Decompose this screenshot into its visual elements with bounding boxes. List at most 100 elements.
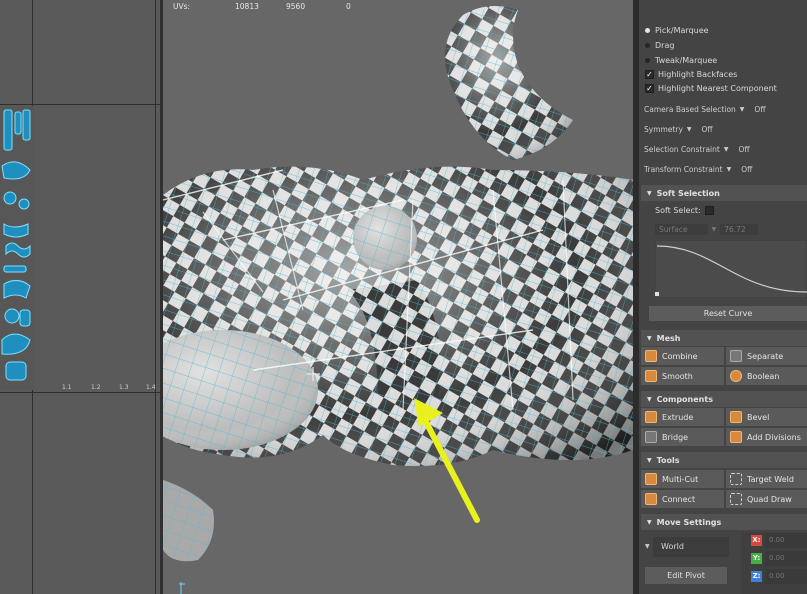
- separate-icon: [730, 350, 742, 362]
- uv-tick-label: 1.3: [119, 384, 129, 391]
- add-divisions-button[interactable]: Add Divisions: [726, 428, 807, 446]
- y-axis-field[interactable]: 0.00: [765, 551, 807, 566]
- option-label: Camera Based Selection: [644, 105, 736, 114]
- extrude-button[interactable]: Extrude: [641, 408, 724, 426]
- dropdown-arrow-icon: ▼: [723, 146, 729, 153]
- uv-editor-panel[interactable]: 1.1 1.2 1.3 1.4: [0, 0, 160, 594]
- reset-curve-button[interactable]: Reset Curve: [649, 306, 807, 321]
- 3d-viewport[interactable]: UVs: 10813 9560 0: [163, 0, 633, 594]
- move-space-dropdown[interactable]: World: [653, 537, 729, 557]
- section-title: Tools: [656, 455, 680, 465]
- radio-dot: [645, 28, 650, 33]
- checkbox-highlight-nearest[interactable]: ✓ Highlight Nearest Component: [645, 84, 777, 93]
- uv-tick-label: 1.2: [91, 384, 101, 391]
- option-value: Off: [701, 125, 713, 134]
- checkbox-highlight-backfaces[interactable]: ✓ Highlight Backfaces: [645, 70, 737, 79]
- tool-label: Multi-Cut: [662, 474, 699, 484]
- collapse-arrow-icon: ▼: [647, 395, 652, 403]
- x-axis-field[interactable]: 0.00: [765, 533, 807, 548]
- collapse-arrow-icon: ▼: [647, 189, 652, 197]
- option-value: Off: [741, 165, 753, 174]
- connect-button[interactable]: Connect: [641, 490, 724, 508]
- checkbox-label: Highlight Nearest Component: [658, 84, 777, 93]
- radio-label: Drag: [655, 41, 675, 50]
- radio-dot: [645, 58, 650, 63]
- bevel-icon: [730, 411, 742, 423]
- section-title: Move Settings: [656, 517, 722, 527]
- camera-based-selection-option[interactable]: Camera Based Selection ▼ Off: [644, 105, 766, 114]
- components-section-header[interactable]: ▼ Components: [641, 391, 807, 407]
- mesh-model[interactable]: [163, 0, 633, 594]
- section-title: Mesh: [656, 333, 681, 343]
- mesh-body: [163, 166, 633, 562]
- tool-label: Extrude: [662, 412, 694, 422]
- dropdown-arrow-icon: ▼: [739, 106, 745, 113]
- smooth-icon: [645, 370, 657, 382]
- falloff-radius-field[interactable]: 76.72: [720, 224, 758, 235]
- quad-draw-button[interactable]: Quad Draw: [726, 490, 807, 508]
- soft-select-toggle[interactable]: Soft Select:: [655, 206, 714, 215]
- section-title: Components: [656, 394, 713, 404]
- radio-pick-marquee[interactable]: Pick/Marquee: [645, 26, 709, 35]
- dropdown-arrow-icon: ▼: [686, 126, 692, 133]
- option-label: Symmetry: [644, 125, 683, 134]
- bridge-icon: [645, 431, 657, 443]
- bridge-button[interactable]: Bridge: [641, 428, 724, 446]
- mesh-section-header[interactable]: ▼ Mesh: [641, 330, 807, 346]
- falloff-mode-dropdown[interactable]: Surface ▼ 76.72: [655, 224, 758, 235]
- z-axis-field[interactable]: 0.00: [765, 569, 807, 584]
- x-axis-label: X:: [751, 535, 762, 546]
- tool-label: Smooth: [662, 371, 693, 381]
- move-settings-section-header[interactable]: ▼ Move Settings: [641, 514, 807, 530]
- boolean-icon: [730, 370, 742, 382]
- tool-label: Combine: [662, 351, 698, 361]
- uv-tick-label: 1.1: [62, 384, 72, 391]
- checkbox-icon: [704, 206, 714, 215]
- radio-drag[interactable]: Drag: [645, 41, 674, 50]
- tool-label: Target Weld: [747, 474, 794, 484]
- transform-constraint-option[interactable]: Transform Constraint ▼ Off: [644, 165, 752, 174]
- edit-pivot-button[interactable]: Edit Pivot: [645, 567, 727, 584]
- tool-label: Quad Draw: [747, 494, 792, 504]
- multi-cut-icon: [645, 473, 657, 485]
- boolean-button[interactable]: Boolean: [726, 367, 807, 385]
- option-value: Off: [738, 145, 750, 154]
- symmetry-option[interactable]: Symmetry ▼ Off: [644, 125, 713, 134]
- target-weld-icon: [730, 473, 742, 485]
- connect-icon: [645, 493, 657, 505]
- radio-label: Tweak/Marquee: [655, 56, 718, 65]
- soft-select-label: Soft Select:: [655, 206, 701, 215]
- separate-button[interactable]: Separate: [726, 347, 807, 365]
- bevel-button[interactable]: Bevel: [726, 408, 807, 426]
- falloff-curve-graph[interactable]: [655, 240, 807, 298]
- modeling-toolkit-panel: Pick/Marquee Drag Tweak/Marquee ✓ Highli…: [633, 0, 807, 594]
- y-axis-label: Y:: [751, 553, 762, 564]
- tool-label: Add Divisions: [747, 432, 801, 442]
- dropdown-arrow-icon: ▼: [711, 226, 717, 233]
- soft-selection-header[interactable]: ▼ Soft Selection: [641, 185, 807, 201]
- tool-label: Connect: [662, 494, 696, 504]
- radio-tweak-marquee[interactable]: Tweak/Marquee: [645, 56, 717, 65]
- option-label: Selection Constraint: [644, 145, 720, 154]
- multi-cut-button[interactable]: Multi-Cut: [641, 470, 724, 488]
- uv-shells: [0, 106, 34, 390]
- combine-icon: [645, 350, 657, 362]
- selection-constraint-option[interactable]: Selection Constraint ▼ Off: [644, 145, 750, 154]
- check-icon: ✓: [645, 70, 654, 79]
- panel-divider: [633, 0, 639, 594]
- combine-button[interactable]: Combine: [641, 347, 724, 365]
- extrude-icon: [645, 411, 657, 423]
- check-icon: ✓: [645, 84, 654, 93]
- add-divisions-icon: [730, 431, 742, 443]
- tools-section-header[interactable]: ▼ Tools: [641, 452, 807, 468]
- view-axis-icon: [179, 582, 185, 594]
- smooth-button[interactable]: Smooth: [641, 367, 724, 385]
- mesh-tail: [445, 6, 573, 160]
- checkbox-label: Highlight Backfaces: [658, 70, 738, 79]
- radio-label: Pick/Marquee: [655, 26, 709, 35]
- uv-tick-label: 1.4: [146, 384, 156, 391]
- dropdown-arrow-icon: ▼: [645, 543, 650, 550]
- section-title: Soft Selection: [656, 188, 720, 198]
- target-weld-button[interactable]: Target Weld: [726, 470, 807, 488]
- radio-dot: [645, 43, 650, 48]
